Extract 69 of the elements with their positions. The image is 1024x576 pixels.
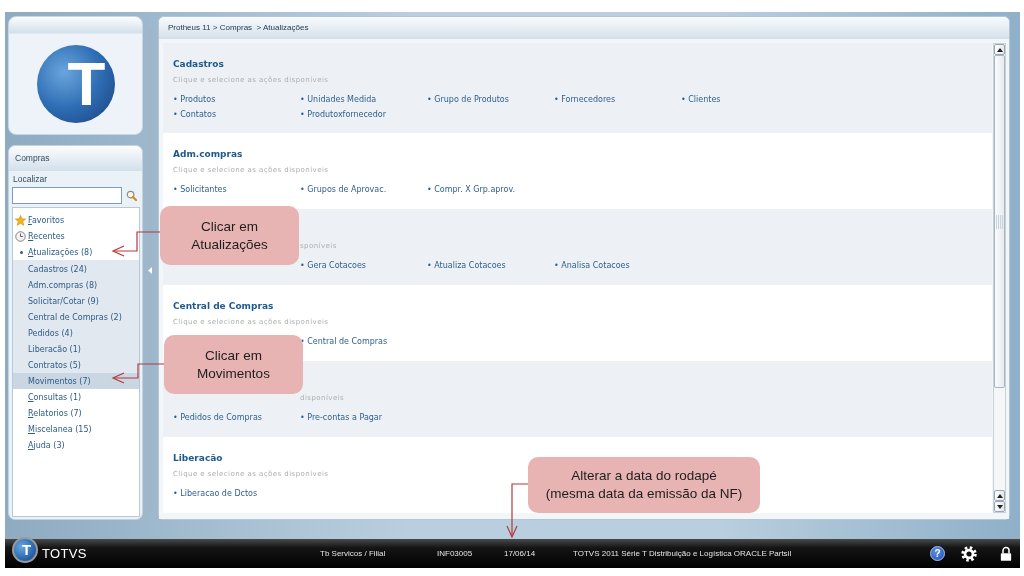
status-text: 17/06/14 bbox=[504, 549, 537, 558]
tree-item[interactable]: Favoritos bbox=[13, 212, 139, 228]
action-link[interactable]: • Fornecedores bbox=[554, 95, 616, 104]
tree-item[interactable]: Recentes bbox=[13, 228, 139, 244]
section-title: Cadastros bbox=[173, 59, 224, 69]
leader-arrow bbox=[111, 231, 161, 257]
lock-icon[interactable] bbox=[1000, 545, 1012, 562]
bullet-icon bbox=[20, 250, 23, 254]
clock-icon bbox=[15, 230, 26, 242]
tree-item[interactable]: Pedidos (4) bbox=[13, 325, 139, 341]
action-link[interactable]: • Clientes bbox=[681, 95, 721, 104]
scrollbar[interactable] bbox=[993, 43, 1006, 513]
status-text: INF03005 bbox=[437, 549, 474, 558]
breadcrumb: Protheus 11 > Compras > Atualizações bbox=[159, 17, 1009, 39]
action-link[interactable]: • Liberacao de Dctos bbox=[173, 489, 258, 498]
logo-mark: T bbox=[36, 44, 115, 123]
logo-mark: T bbox=[12, 537, 38, 563]
scroll-up-button[interactable] bbox=[994, 490, 1005, 501]
action-link[interactable]: • Compr. X Grp.aprov. bbox=[427, 185, 516, 194]
tree-item[interactable]: Central de Compras (2) bbox=[13, 309, 139, 325]
search-icon[interactable] bbox=[126, 190, 137, 201]
scroll-up-button[interactable] bbox=[994, 44, 1005, 55]
action-link[interactable]: • Analisa Cotacoes bbox=[554, 261, 630, 270]
action-link[interactable]: • Pre-contas a Pagar bbox=[300, 413, 383, 422]
tree-item[interactable]: Ajuda (3) bbox=[13, 437, 139, 453]
grip-icon bbox=[996, 214, 1003, 229]
status-text: Tb Servicos / Filial bbox=[320, 549, 387, 558]
tree-item[interactable]: Atualizações (8) bbox=[13, 244, 139, 260]
triangle-up-icon bbox=[996, 47, 1003, 52]
search-label: Localizar bbox=[13, 173, 49, 186]
action-link[interactable]: • Grupo de Produtos bbox=[427, 95, 509, 104]
triangle-down-icon bbox=[996, 504, 1003, 509]
action-link[interactable]: • Produtos bbox=[173, 95, 216, 104]
tree-item[interactable]: Miscelanea (15) bbox=[13, 421, 139, 437]
tree-item[interactable]: Cadastros (24) bbox=[13, 261, 139, 277]
star-icon bbox=[15, 214, 26, 226]
collapse-arrow-icon[interactable] bbox=[148, 267, 152, 274]
action-link[interactable]: • Gera Cotacoes bbox=[300, 261, 367, 270]
settings-icon[interactable] bbox=[960, 544, 978, 563]
action-link[interactable]: • Solicitantes bbox=[173, 185, 227, 194]
action-link[interactable]: • Contatos bbox=[173, 110, 217, 119]
panel-header: Compras bbox=[9, 146, 142, 171]
tree-item[interactable]: Relatorios (7) bbox=[13, 405, 139, 421]
action-link[interactable]: • Produtoxfornecedor bbox=[300, 110, 387, 119]
annotation-callout: Clicar em Atualizações bbox=[160, 206, 299, 265]
tree-item[interactable]: Liberacão (1) bbox=[13, 341, 139, 357]
action-link[interactable]: • Grupos de Aprovac. bbox=[300, 185, 387, 194]
triangle-up-icon bbox=[996, 493, 1003, 498]
annotation-callout: Alterar a data do rodapé (mesma data da emissão da NF) bbox=[528, 457, 760, 513]
tree-item[interactable]: Movimentos (7) bbox=[13, 373, 139, 389]
tree-item[interactable]: Contratos (5) bbox=[13, 357, 139, 373]
scrollbar-thumb[interactable] bbox=[994, 55, 1005, 388]
tree-item[interactable]: Consultas (1) bbox=[13, 389, 139, 405]
leader-arrow bbox=[111, 363, 165, 384]
scroll-down-button[interactable] bbox=[994, 501, 1005, 512]
section-title: Liberacão bbox=[173, 453, 223, 463]
action-link[interactable]: • Unidades Medida bbox=[300, 95, 377, 104]
leader-arrow bbox=[506, 483, 529, 539]
section-title: Adm.compras bbox=[173, 149, 243, 159]
brand-name: TOTVS bbox=[42, 546, 87, 561]
tree-item[interactable]: Solicitar/Cotar (9) bbox=[13, 293, 139, 309]
action-link[interactable]: • Central de Compras bbox=[300, 337, 388, 346]
search-field[interactable] bbox=[12, 187, 122, 204]
section-title: Central de Compras bbox=[173, 301, 274, 311]
status-text: TOTVS 2011 Série T Distribuição e Logística ORACLE Partsil bbox=[573, 549, 792, 558]
help-button[interactable]: ? bbox=[930, 546, 945, 561]
action-link[interactable]: • Atualiza Cotacoes bbox=[427, 261, 506, 270]
action-link[interactable]: • Pedidos de Compras bbox=[173, 413, 262, 422]
tree-item[interactable]: Adm.compras (8) bbox=[13, 277, 139, 293]
